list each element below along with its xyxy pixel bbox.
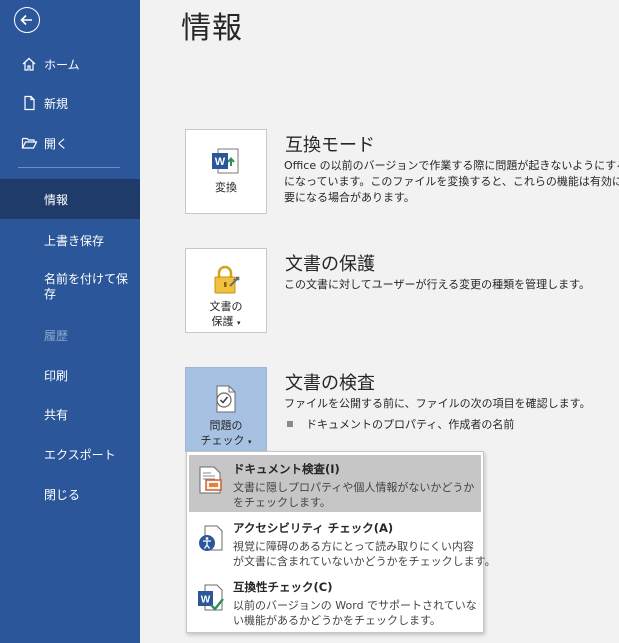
document-inspect-icon <box>197 465 225 495</box>
sidebar-divider <box>18 167 120 168</box>
dropdown-caret-icon: ▾ <box>236 319 241 327</box>
sidebar-item-save[interactable]: 上書き保存 <box>0 230 140 250</box>
accessibility-check-icon <box>197 524 225 554</box>
inspect-bullet-item: ドキュメントのプロパティ、作成者の名前 <box>287 416 514 432</box>
protect-document-title: 文書の保護 <box>285 254 375 275</box>
sidebar-item-save-as[interactable]: 名前を付けて保存 <box>0 272 140 304</box>
menu-item-compatibility-check[interactable]: W 互換性チェック(C) 以前のバージョンの Word でサポートされていな い… <box>189 573 481 630</box>
backstage-sidebar: ホーム 新規 開く 情報 上書き保存 名前を付けて保存 履歴 印刷 共有 エクス… <box>0 0 140 643</box>
sidebar-item-share[interactable]: 共有 <box>0 404 140 424</box>
svg-text:W: W <box>201 595 211 606</box>
sidebar-item-close[interactable]: 閉じる <box>0 484 140 504</box>
compat-mode-description: Office の以前のバージョンで作業する際に問題が起きないようにするため にな… <box>284 159 619 204</box>
sidebar-item-history: 履歴 <box>44 328 69 343</box>
compat-mode-title: 互換モード <box>285 135 375 156</box>
new-document-icon <box>19 95 39 111</box>
inspect-document-description: ファイルを公開する前に、ファイルの次の項目を確認します。 <box>284 397 591 410</box>
convert-button[interactable]: W 変換 <box>185 129 267 214</box>
page-title: 情報 <box>181 11 243 46</box>
protect-document-description: この文書に対してユーザーが行える変更の種類を管理します。 <box>284 278 591 291</box>
sidebar-item-open[interactable]: 開く <box>0 133 140 153</box>
sidebar-item-new[interactable]: 新規 <box>0 93 140 113</box>
dropdown-caret-icon: ▾ <box>247 438 252 446</box>
svg-text:W: W <box>215 156 226 168</box>
protect-document-button[interactable]: 文書の 保護 ▾ <box>185 248 267 333</box>
open-folder-icon <box>19 135 39 151</box>
sidebar-item-home[interactable]: ホーム <box>0 54 140 74</box>
lock-key-icon <box>209 263 243 297</box>
check-for-issues-menu: ドキュメント検査(I) 文書に隠しプロパティや個人情報がないかどうか をチェック… <box>186 451 496 633</box>
checklist-icon <box>209 382 243 416</box>
menu-item-accessibility-check[interactable]: アクセシビリティ チェック(A) 視覚に障碍のある方にとって読み取りにくい内容 … <box>189 514 496 571</box>
compatibility-check-icon: W <box>197 583 225 613</box>
bullet-square-icon <box>287 421 293 427</box>
sidebar-item-export[interactable]: エクスポート <box>0 444 140 464</box>
word-convert-icon: W <box>209 144 243 178</box>
check-for-issues-button[interactable]: 問題の チェック ▾ <box>185 367 267 452</box>
inspect-document-title: 文書の検査 <box>285 373 375 394</box>
home-icon <box>19 56 39 72</box>
menu-item-inspect-document[interactable]: ドキュメント検査(I) 文書に隠しプロパティや個人情報がないかどうか をチェック… <box>189 455 481 512</box>
back-arrow-icon[interactable] <box>14 7 40 33</box>
sidebar-item-print[interactable]: 印刷 <box>0 365 140 385</box>
sidebar-item-info[interactable]: 情報 <box>0 179 140 219</box>
